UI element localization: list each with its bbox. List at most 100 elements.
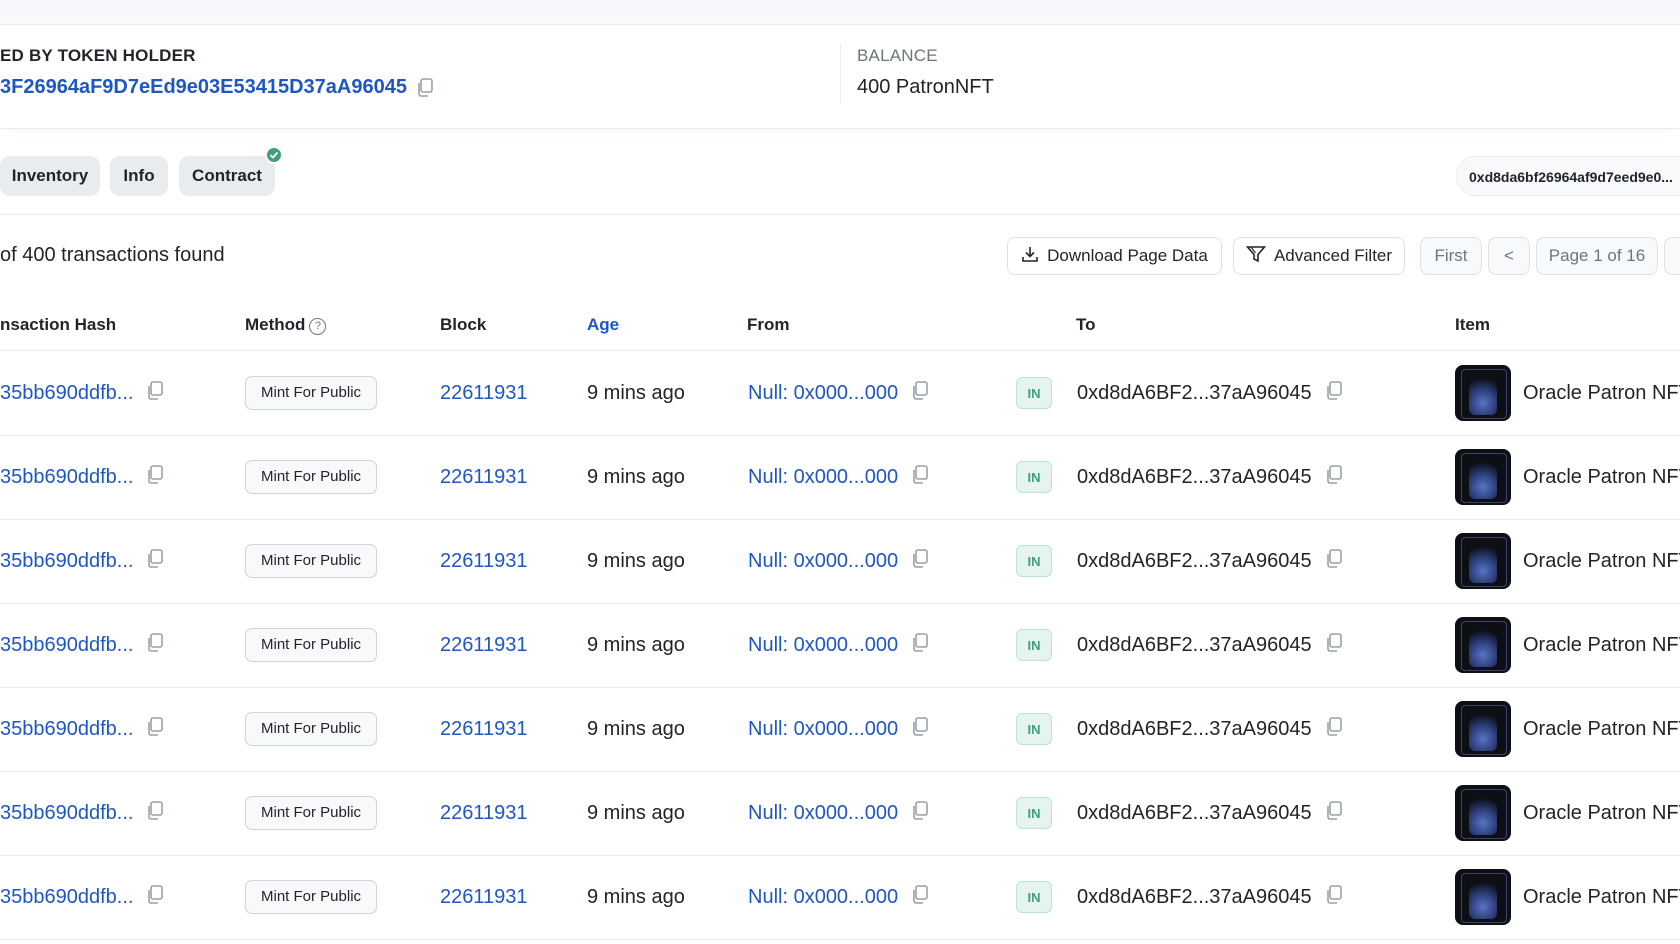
tab-inventory[interactable]: Inventory [0, 156, 100, 196]
item-name-link[interactable]: Oracle Patron NFT [1523, 466, 1680, 489]
copy-icon[interactable] [910, 380, 930, 407]
direction-badge: IN [1016, 377, 1052, 409]
copy-icon[interactable] [910, 632, 930, 659]
column-to: To [1076, 315, 1096, 334]
item-name-link[interactable]: Oracle Patron NFT [1523, 382, 1680, 405]
column-block: Block [440, 315, 487, 334]
holder-address-link[interactable]: 3F26964aF9D7eEd9e03E53415D37aA96045 [0, 76, 407, 99]
column-from: From [747, 315, 790, 334]
method-badge: Mint For Public [245, 628, 378, 662]
item-name-link[interactable]: Oracle Patron NFT [1523, 802, 1680, 825]
copy-icon[interactable] [1324, 548, 1344, 575]
method-badge: Mint For Public [245, 544, 378, 578]
item-name-link[interactable]: Oracle Patron NFT [1523, 550, 1680, 573]
block-link[interactable]: 22611931 [440, 550, 528, 573]
to-address: 0xd8dA6BF2...37aA96045 [1077, 801, 1312, 824]
copy-icon[interactable] [910, 800, 930, 827]
nft-thumbnail[interactable] [1455, 701, 1511, 757]
to-address: 0xd8dA6BF2...37aA96045 [1077, 381, 1312, 404]
column-age[interactable]: Age [587, 315, 619, 335]
copy-icon[interactable] [145, 800, 165, 827]
direction-badge: IN [1016, 461, 1052, 493]
item-name-link[interactable]: Oracle Patron NFT [1523, 634, 1680, 657]
balance-value: 400 PatronNFT [857, 76, 994, 98]
copy-icon[interactable] [1324, 884, 1344, 911]
transaction-hash-link[interactable]: 35bb690ddfb... [0, 382, 133, 405]
to-cell: 0xd8dA6BF2...37aA96045 [1077, 687, 1344, 771]
direction-cell: IN [1016, 855, 1052, 939]
first-page-button[interactable]: First [1420, 237, 1482, 275]
copy-icon[interactable] [145, 548, 165, 575]
transaction-hash-link[interactable]: 35bb690ddfb... [0, 466, 133, 489]
copy-icon[interactable] [145, 716, 165, 743]
item-cell: Oracle Patron NFT [1455, 603, 1680, 687]
copy-icon[interactable] [145, 884, 165, 911]
advanced-filter-button[interactable]: Advanced Filter [1233, 237, 1405, 275]
to-cell: 0xd8dA6BF2...37aA96045 [1077, 855, 1344, 939]
table-row: 35bb690ddfb... Mint For Public 22611931 9 m… [0, 855, 1680, 940]
address-search-pill[interactable]: 0xd8da6bf26964af9d7eed9e0... [1456, 156, 1680, 196]
table-row: 35bb690ddfb... Mint For Public 22611931 9 m… [0, 771, 1680, 856]
download-page-data-button[interactable]: Download Page Data [1007, 237, 1222, 275]
from-address-link[interactable]: Null: 0x000...000 [748, 550, 898, 573]
nft-thumbnail[interactable] [1455, 869, 1511, 925]
from-address-link[interactable]: Null: 0x000...000 [748, 382, 898, 405]
item-cell: Oracle Patron NFT [1455, 687, 1680, 771]
previous-page-button[interactable]: < [1488, 237, 1530, 275]
next-page-button[interactable] [1664, 237, 1680, 275]
copy-icon[interactable] [1324, 380, 1344, 407]
nft-thumbnail[interactable] [1455, 365, 1511, 421]
age-text: 9 mins ago [587, 801, 685, 824]
block-link[interactable]: 22611931 [440, 886, 528, 909]
nft-thumbnail[interactable] [1455, 785, 1511, 841]
nft-thumbnail[interactable] [1455, 449, 1511, 505]
block-link[interactable]: 22611931 [440, 718, 528, 741]
nft-thumbnail[interactable] [1455, 617, 1511, 673]
tab-contract[interactable]: Contract [179, 156, 275, 196]
hash-cell: 35bb690ddfb... [0, 603, 165, 687]
copy-icon[interactable] [910, 464, 930, 491]
copy-icon[interactable] [1324, 464, 1344, 491]
block-link[interactable]: 22611931 [440, 634, 528, 657]
copy-icon[interactable] [1324, 800, 1344, 827]
to-address: 0xd8dA6BF2...37aA96045 [1077, 717, 1312, 740]
from-address-link[interactable]: Null: 0x000...000 [748, 718, 898, 741]
item-name-link[interactable]: Oracle Patron NFT [1523, 718, 1680, 741]
copy-icon[interactable] [1324, 716, 1344, 743]
item-cell: Oracle Patron NFT [1455, 771, 1680, 855]
transaction-hash-link[interactable]: 35bb690ddfb... [0, 886, 133, 909]
copy-icon[interactable] [1324, 632, 1344, 659]
help-icon[interactable]: ? [309, 318, 327, 335]
from-address-link[interactable]: Null: 0x000...000 [748, 802, 898, 825]
from-address-link[interactable]: Null: 0x000...000 [748, 634, 898, 657]
column-method-label: Method [245, 315, 306, 334]
transaction-hash-link[interactable]: 35bb690ddfb... [0, 802, 133, 825]
copy-icon[interactable] [910, 716, 930, 743]
age-text: 9 mins ago [587, 549, 685, 572]
from-address-link[interactable]: Null: 0x000...000 [748, 466, 898, 489]
from-address-link[interactable]: Null: 0x000...000 [748, 886, 898, 909]
nft-thumbnail[interactable] [1455, 533, 1511, 589]
age-cell: 9 mins ago [587, 771, 685, 855]
copy-icon[interactable] [145, 380, 165, 407]
method-cell: Mint For Public [245, 603, 378, 687]
transaction-hash-link[interactable]: 35bb690ddfb... [0, 718, 133, 741]
transaction-hash-link[interactable]: 35bb690ddfb... [0, 550, 133, 573]
copy-icon[interactable] [145, 464, 165, 491]
balance-label: BALANCE [857, 46, 938, 65]
copy-icon[interactable] [910, 548, 930, 575]
table-row: 35bb690ddfb... Mint For Public 22611931 9 m… [0, 435, 1680, 520]
copy-icon[interactable] [910, 884, 930, 911]
tab-info[interactable]: Info [110, 156, 168, 196]
direction-badge: IN [1016, 713, 1052, 745]
copy-icon[interactable] [145, 632, 165, 659]
block-link[interactable]: 22611931 [440, 802, 528, 825]
item-name-link[interactable]: Oracle Patron NFT [1523, 886, 1680, 909]
block-link[interactable]: 22611931 [440, 382, 528, 405]
direction-badge: IN [1016, 881, 1052, 913]
copy-icon[interactable] [415, 77, 435, 99]
table-row: 35bb690ddfb... Mint For Public 22611931 9 m… [0, 603, 1680, 688]
block-cell: 22611931 [440, 603, 528, 687]
block-link[interactable]: 22611931 [440, 466, 528, 489]
transaction-hash-link[interactable]: 35bb690ddfb... [0, 634, 133, 657]
